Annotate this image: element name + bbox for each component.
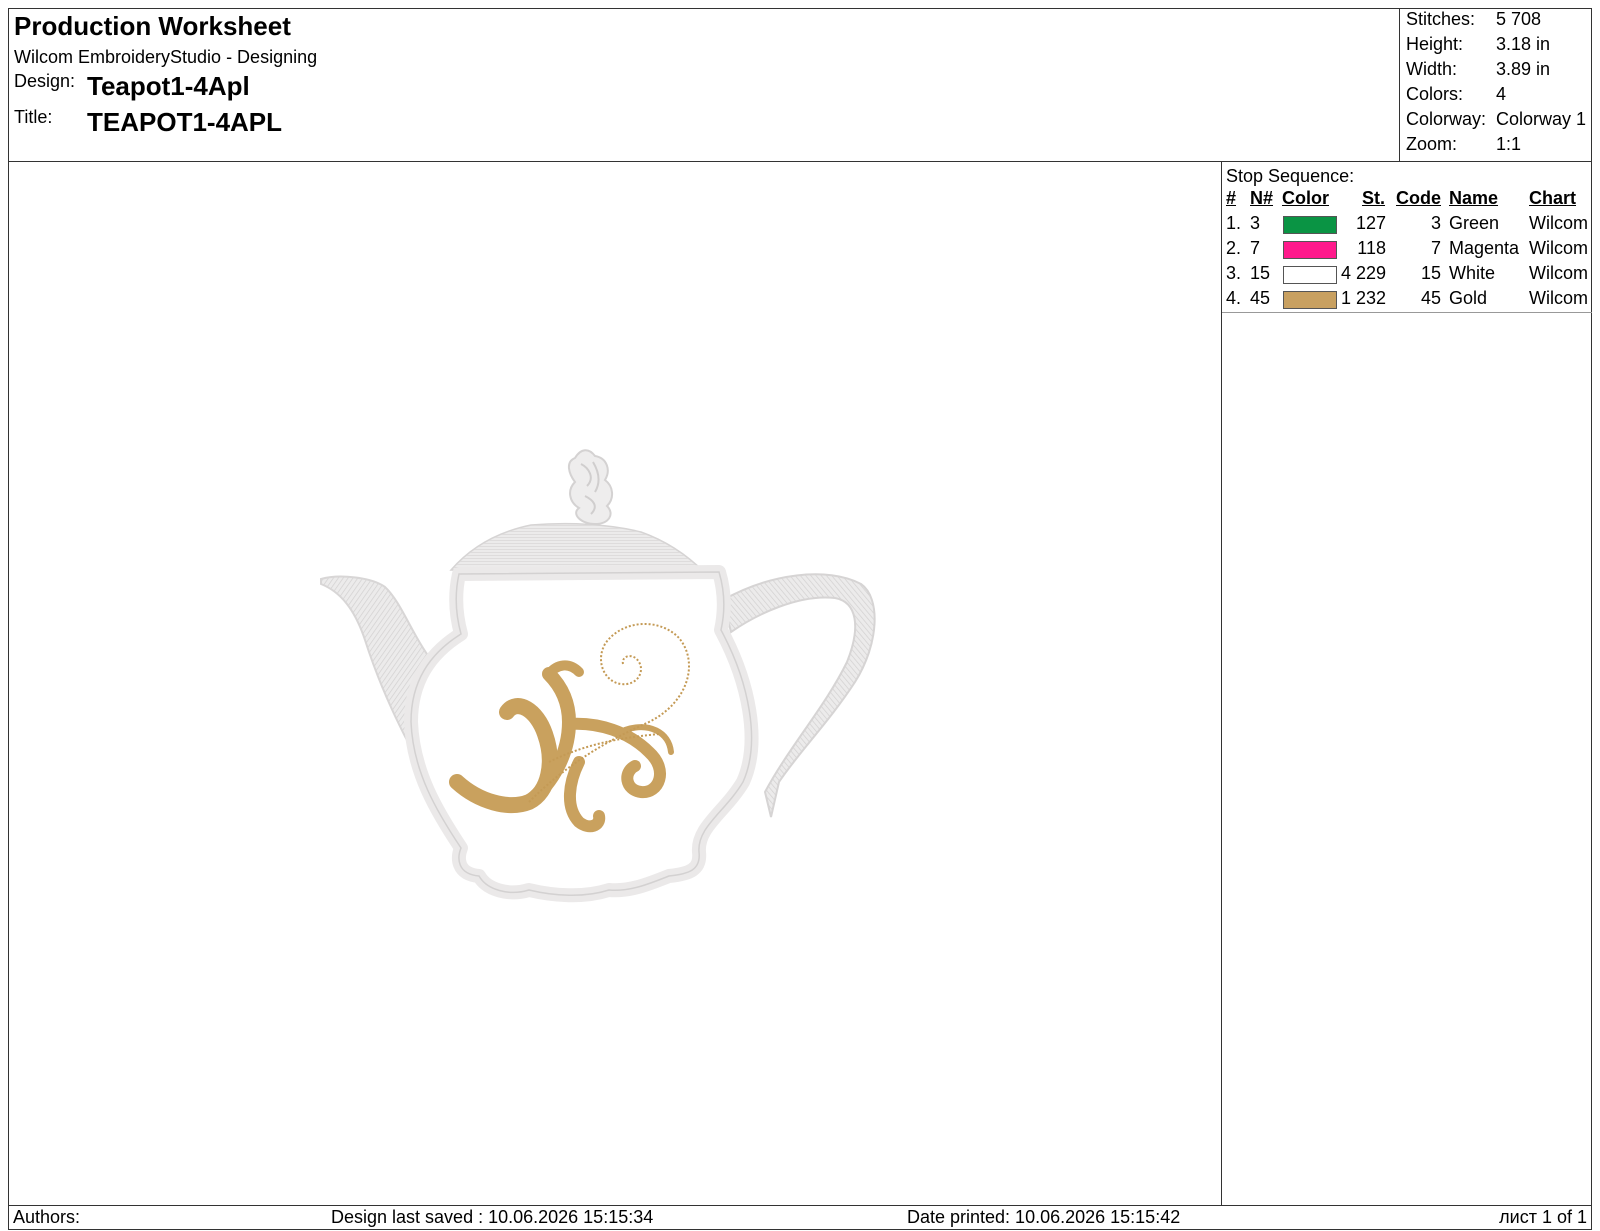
colors-label: Colors: (1406, 84, 1464, 104)
color-swatch (1283, 266, 1337, 284)
stop-sequence-panel: Stop Sequence: # N# Color St. Code Name … (1221, 162, 1592, 1205)
page-count: лист 1 of 1 (1499, 1207, 1587, 1227)
design-stats: Stitches: 5 708 Height: 3.18 in Width: 3… (1399, 9, 1592, 161)
col-number: # (1226, 188, 1237, 208)
col-code: Code (1396, 188, 1441, 208)
width-label: Width: (1406, 59, 1458, 79)
color-swatch (1283, 216, 1337, 234)
authors-label: Authors: (13, 1207, 81, 1227)
design-label: Design: (14, 71, 76, 91)
height-label: Height: (1406, 34, 1464, 54)
col-stitches: St. (1362, 188, 1386, 208)
stitches-value: 5 708 (1496, 9, 1542, 29)
title-label: Title: (14, 107, 53, 127)
color-swatch (1283, 241, 1337, 259)
row-chart: Wilcom (1529, 288, 1588, 308)
teapot-embroidery-image (320, 449, 876, 903)
stitches-label: Stitches: (1406, 9, 1476, 29)
worksheet-title: Production Worksheet (14, 11, 291, 41)
colors-value: 4 (1496, 84, 1507, 104)
design-last-saved: Design last saved : 10.06.2026 15:15:34 (331, 1207, 654, 1227)
row-name: Magenta (1449, 238, 1520, 258)
col-name: Name (1449, 188, 1499, 208)
design-preview (9, 162, 1220, 1205)
date-printed: Date printed: 10.06.2026 15:15:42 (907, 1207, 1181, 1227)
stop-sequence-title: Stop Sequence: (1226, 166, 1355, 186)
production-worksheet: Production Worksheet Wilcom EmbroiderySt… (8, 8, 1592, 1230)
col-needle: N# (1250, 188, 1274, 208)
row-chart: Wilcom (1529, 263, 1588, 283)
sequence-divider (1222, 312, 1592, 313)
colorway-label: Colorway: (1406, 109, 1487, 129)
zoom-label: Zoom: (1406, 134, 1458, 154)
design-title: TEAPOT1-4APL (87, 107, 283, 137)
row-name: White (1449, 263, 1496, 283)
width-value: 3.89 in (1496, 59, 1551, 79)
col-color: Color (1282, 188, 1329, 208)
color-swatch (1283, 291, 1337, 309)
zoom-value: 1:1 (1496, 134, 1522, 154)
row-name: Green (1449, 213, 1500, 233)
height-value: 3.18 in (1496, 34, 1551, 54)
colorway-value: Colorway 1 (1496, 109, 1587, 129)
col-chart: Chart (1529, 188, 1577, 208)
design-name: Teapot1-4Apl (87, 71, 250, 101)
worksheet-footer: Authors: Design last saved : 10.06.2026 … (9, 1205, 1591, 1230)
row-name: Gold (1449, 288, 1488, 308)
software-name: Wilcom EmbroideryStudio - Designing (14, 47, 318, 67)
row-chart: Wilcom (1529, 238, 1588, 258)
row-chart: Wilcom (1529, 213, 1588, 233)
worksheet-header: Production Worksheet Wilcom EmbroiderySt… (9, 9, 1591, 162)
